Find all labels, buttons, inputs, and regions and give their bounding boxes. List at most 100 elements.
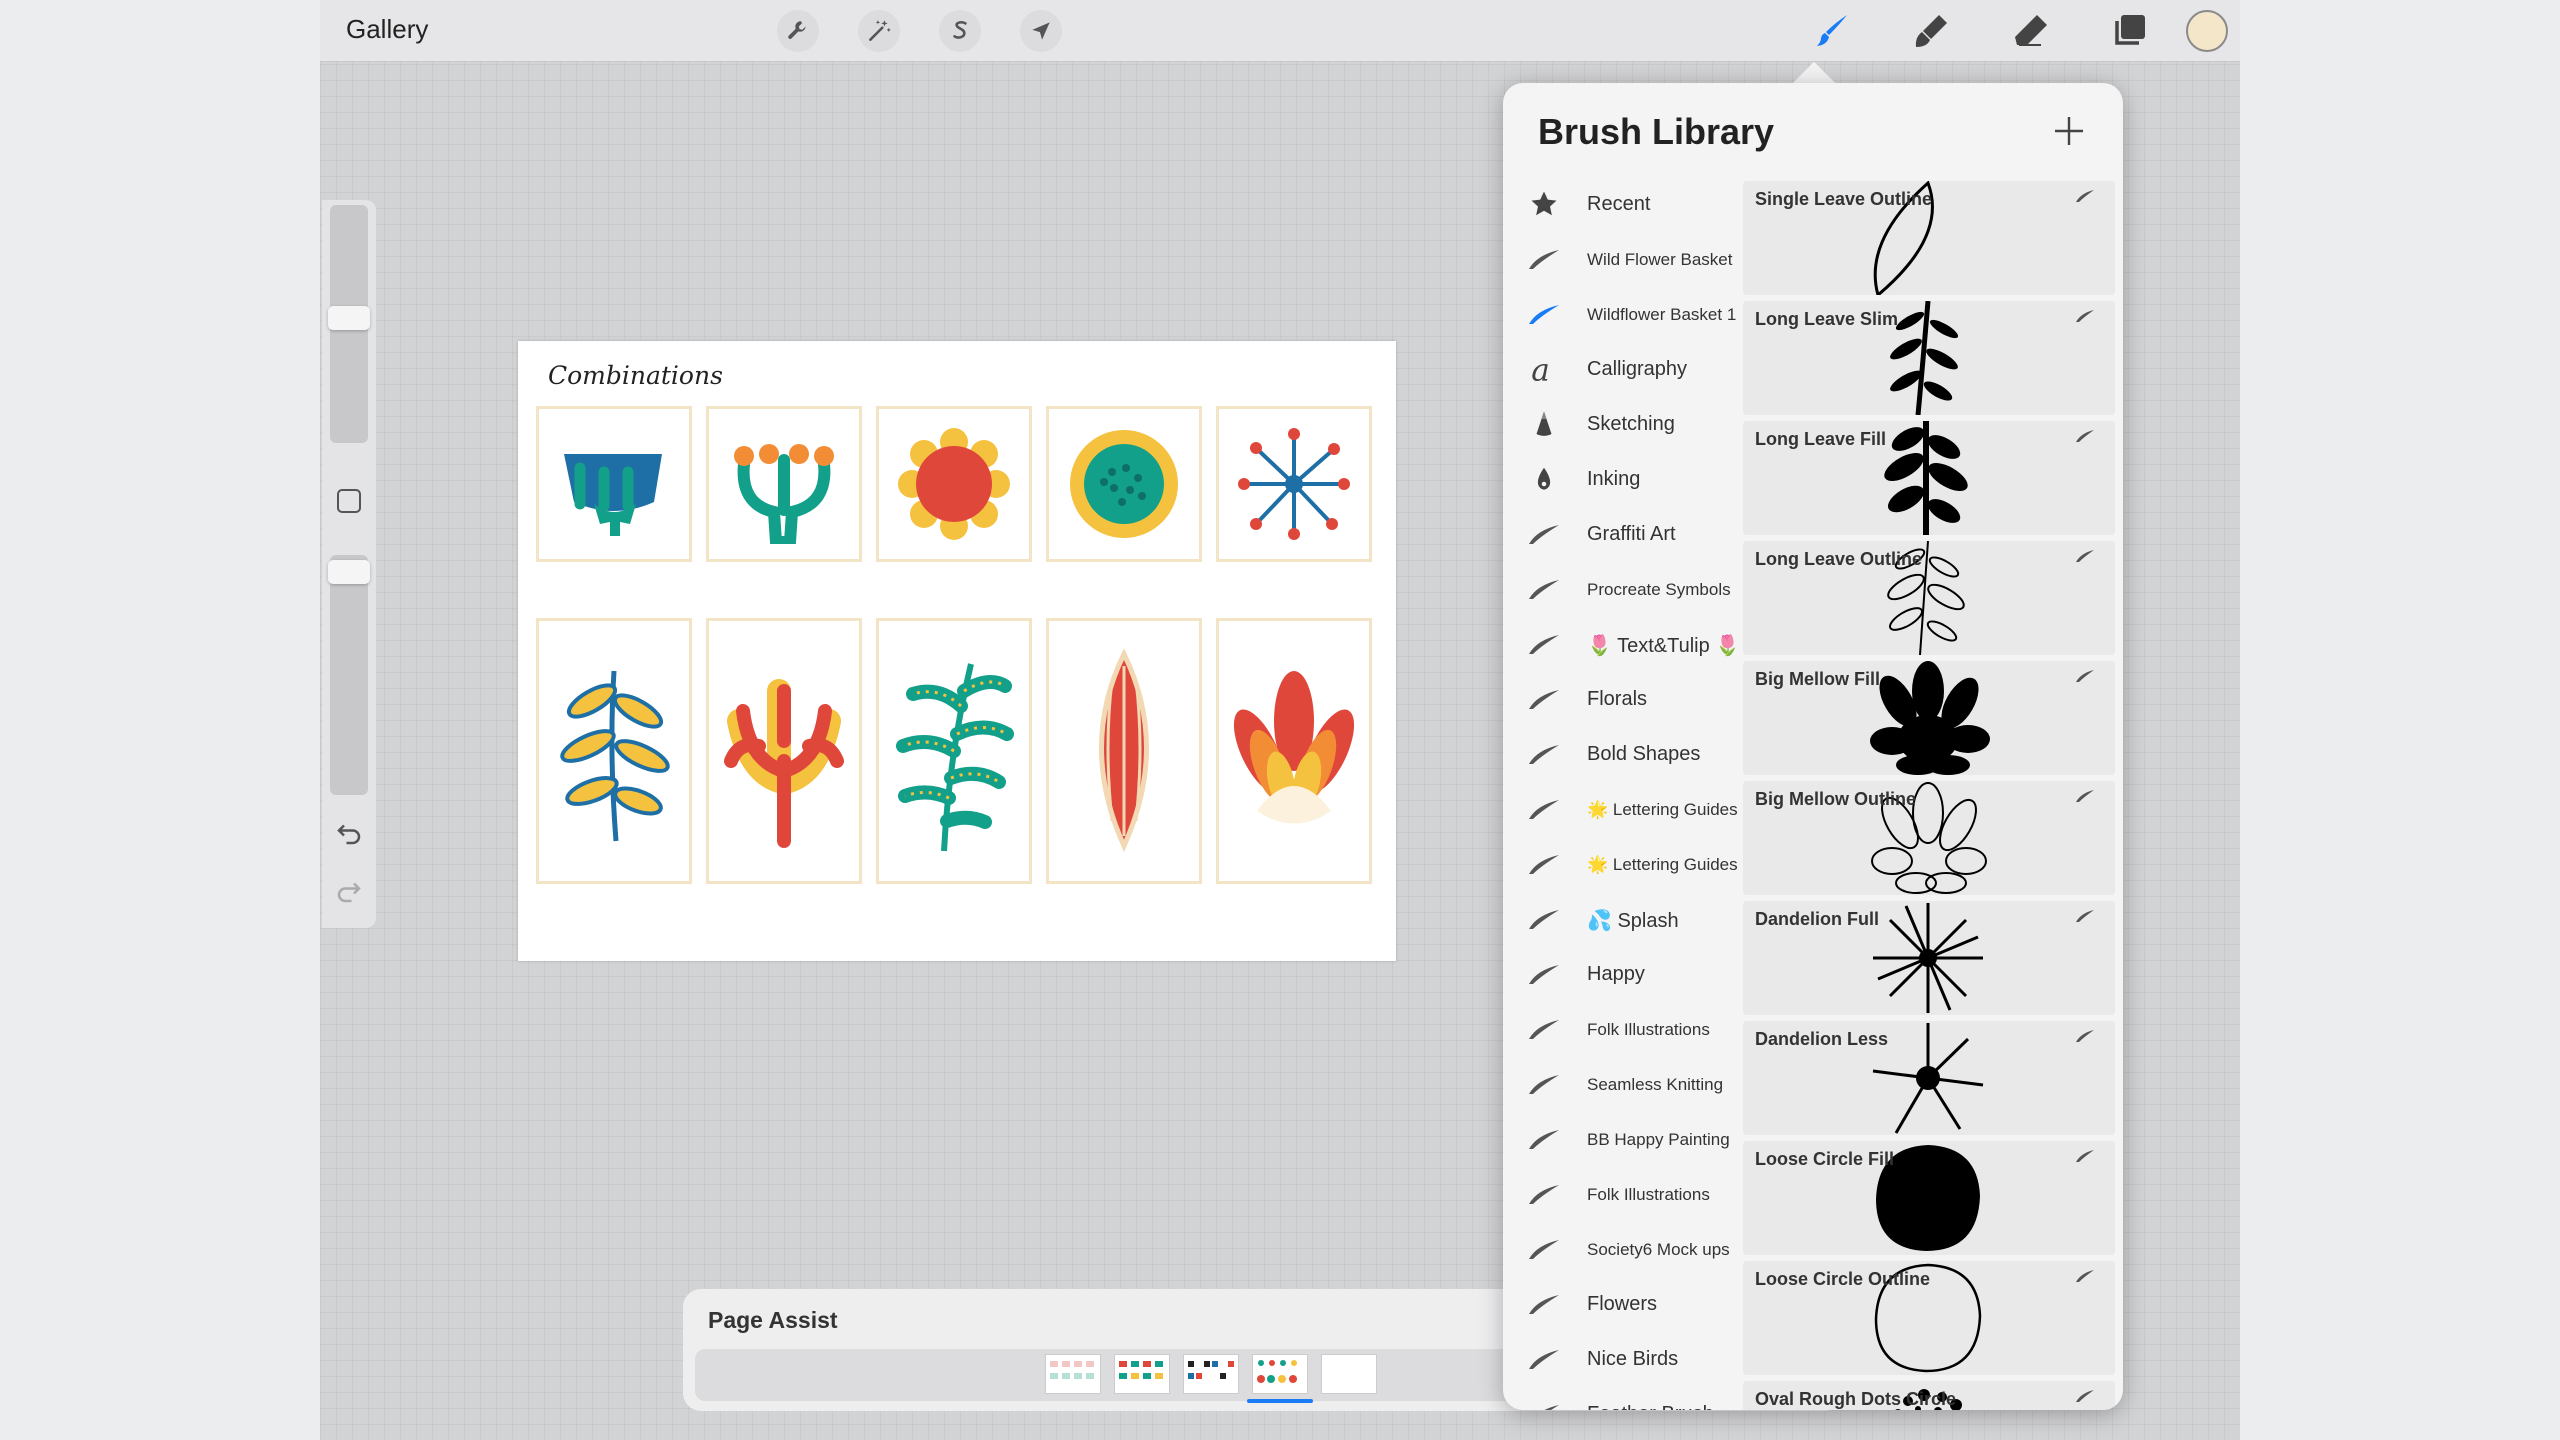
brush-item[interactable]: Dandelion Full: [1743, 901, 2115, 1015]
brush-category-label: Sketching: [1587, 413, 1675, 435]
brush-tool-icon[interactable]: [1810, 8, 1856, 54]
brush-category-label: 💦 Splash: [1587, 910, 1679, 932]
brush-item[interactable]: Long Leave Slim: [1743, 301, 2115, 415]
illustration-red-sun-flower: [876, 406, 1032, 562]
opacity-slider[interactable]: [330, 555, 368, 795]
brush-library-panel: Brush Library Recent Wild Flower Basket Wi…: [1503, 83, 2123, 1410]
brush-stroke-icon: [1527, 627, 1561, 661]
brush-category-item[interactable]: Florals: [1503, 672, 1743, 726]
brush-category-item[interactable]: Recent: [1503, 177, 1743, 231]
brush-category-item[interactable]: Wild Flower Basket: [1503, 232, 1743, 286]
illustration-green-dotted-flower: [1046, 406, 1202, 562]
brush-item[interactable]: Oval Rough Dots Circle: [1743, 1381, 2115, 1410]
brush-category-label: Calligraphy: [1587, 358, 1688, 380]
brush-item[interactable]: Dandelion Less: [1743, 1021, 2115, 1135]
brush-size-knob[interactable]: [328, 306, 370, 330]
canvas-title: Combinations: [548, 361, 723, 390]
brush-category-item[interactable]: Nice Birds: [1503, 1332, 1743, 1386]
page-thumbnail-3[interactable]: [1183, 1354, 1239, 1394]
color-picker-swatch[interactable]: [2186, 10, 2228, 52]
brush-category-item[interactable]: Graffiti Art: [1503, 507, 1743, 561]
brush-category-item[interactable]: 🌟 Lettering Guides: [1503, 837, 1743, 891]
brush-stroke-icon: [1527, 847, 1561, 881]
page-thumbnail-4-selected[interactable]: [1252, 1354, 1308, 1394]
brush-category-label: Florals: [1587, 688, 1648, 710]
page-thumbnail-5[interactable]: [1321, 1354, 1377, 1394]
page-assist-title: Page Assist: [708, 1307, 838, 1333]
brush-category-item[interactable]: 🌟 Lettering Guides: [1503, 782, 1743, 836]
brush-source-stroke-icon: [2075, 1149, 2095, 1163]
eraser-tool-icon[interactable]: [2008, 8, 2054, 54]
brush-category-label: Graffiti Art: [1587, 523, 1676, 545]
brush-category-item[interactable]: Folk Illustrations: [1503, 1167, 1743, 1221]
brush-category-item[interactable]: Society6 Mock ups: [1503, 1222, 1743, 1276]
brush-category-item[interactable]: BB Happy Painting: [1503, 1112, 1743, 1166]
brush-item[interactable]: Loose Circle Fill: [1743, 1141, 2115, 1255]
undo-icon[interactable]: [334, 818, 364, 848]
illustration-blue-cup-flower: [536, 406, 692, 562]
page-thumbnail-1[interactable]: [1045, 1354, 1101, 1394]
add-brush-plus-icon[interactable]: [2049, 111, 2089, 151]
illustration-red-coral: [706, 618, 862, 884]
brush-item[interactable]: Big Mellow Fill: [1743, 661, 2115, 775]
brush-source-stroke-icon: [2075, 549, 2095, 563]
brush-name: Long Leave Outline: [1755, 549, 1923, 569]
brush-category-label: Procreate Symbols: [1587, 580, 1731, 599]
brush-item[interactable]: Long Leave Fill: [1743, 421, 2115, 535]
transform-arrow-icon[interactable]: [1020, 10, 1062, 52]
brush-category-item[interactable]: a Calligraphy: [1503, 342, 1743, 396]
brush-category-label: Flowers: [1587, 1293, 1658, 1315]
brush-category-item[interactable]: Procreate Symbols: [1503, 562, 1743, 616]
adjustments-wand-icon[interactable]: [858, 10, 900, 52]
illustration-yellow-leaf-outline: [536, 618, 692, 884]
smudge-tool-icon[interactable]: [1908, 8, 1954, 54]
brush-name: Dandelion Less: [1755, 1029, 1889, 1049]
brush-name: Oval Rough Dots Circle: [1755, 1389, 1957, 1409]
selection-s-icon[interactable]: [939, 10, 981, 52]
star-icon: [1527, 187, 1561, 221]
illustration-striped-fern: [876, 618, 1032, 884]
brush-category-item[interactable]: Bold Shapes: [1503, 727, 1743, 781]
modify-button[interactable]: [337, 489, 361, 513]
brush-stroke-icon: [1527, 517, 1561, 551]
brush-category-label: Wildflower Basket 1: [1587, 305, 1737, 324]
page-thumbnail-2[interactable]: [1114, 1354, 1170, 1394]
redo-icon[interactable]: [334, 876, 364, 906]
brush-category-label: Bold Shapes: [1587, 743, 1701, 765]
brush-category-item[interactable]: Feather Brush: [1503, 1387, 1743, 1410]
brush-stroke-icon: [1527, 572, 1561, 606]
brush-source-stroke-icon: [2075, 189, 2095, 203]
brush-category-item[interactable]: Seamless Knitting: [1503, 1057, 1743, 1111]
svg-text:a: a: [1531, 352, 1550, 386]
brush-category-item[interactable]: Inking: [1503, 452, 1743, 506]
brush-category-item[interactable]: 🌷 Text&Tulip 🌷: [1503, 617, 1743, 671]
brush-category-item[interactable]: Flowers: [1503, 1277, 1743, 1331]
brush-category-item[interactable]: 💦 Splash: [1503, 892, 1743, 946]
gallery-button[interactable]: Gallery: [346, 14, 428, 45]
brush-category-item[interactable]: Sketching: [1503, 397, 1743, 451]
brush-name: Long Leave Fill: [1755, 429, 1887, 449]
brush-stroke-icon: [1527, 1287, 1561, 1321]
brush-item[interactable]: Big Mellow Outline: [1743, 781, 2115, 895]
brush-item[interactable]: Single Leave Outline: [1743, 181, 2115, 295]
artwork-canvas[interactable]: Combinations: [518, 341, 1396, 961]
brush-stroke-icon: [1527, 297, 1561, 331]
brush-name: Loose Circle Outline: [1755, 1269, 1931, 1289]
brush-source-stroke-icon: [2075, 669, 2095, 683]
brush-stroke-icon: [1527, 1012, 1561, 1046]
actions-wrench-icon[interactable]: [777, 10, 819, 52]
brush-stroke-icon: [1527, 902, 1561, 936]
brush-item[interactable]: Loose Circle Outline: [1743, 1261, 2115, 1375]
brush-library-title: Brush Library: [1538, 111, 1775, 152]
brush-category-item[interactable]: Happy: [1503, 947, 1743, 1001]
brush-name: Dandelion Full: [1755, 909, 1879, 929]
selected-page-indicator: [1247, 1399, 1313, 1403]
brush-item[interactable]: Long Leave Outline: [1743, 541, 2115, 655]
brush-category-label: 🌟 Lettering Guides: [1587, 800, 1738, 819]
brush-category-label: BB Happy Painting: [1587, 1130, 1730, 1149]
opacity-knob[interactable]: [328, 560, 370, 584]
layers-icon[interactable]: [2106, 8, 2152, 54]
brush-category-item[interactable]: Wildflower Basket 1: [1503, 287, 1743, 341]
brush-category-item[interactable]: Folk Illustrations: [1503, 1002, 1743, 1056]
brush-name: Single Leave Outline: [1755, 189, 1933, 209]
